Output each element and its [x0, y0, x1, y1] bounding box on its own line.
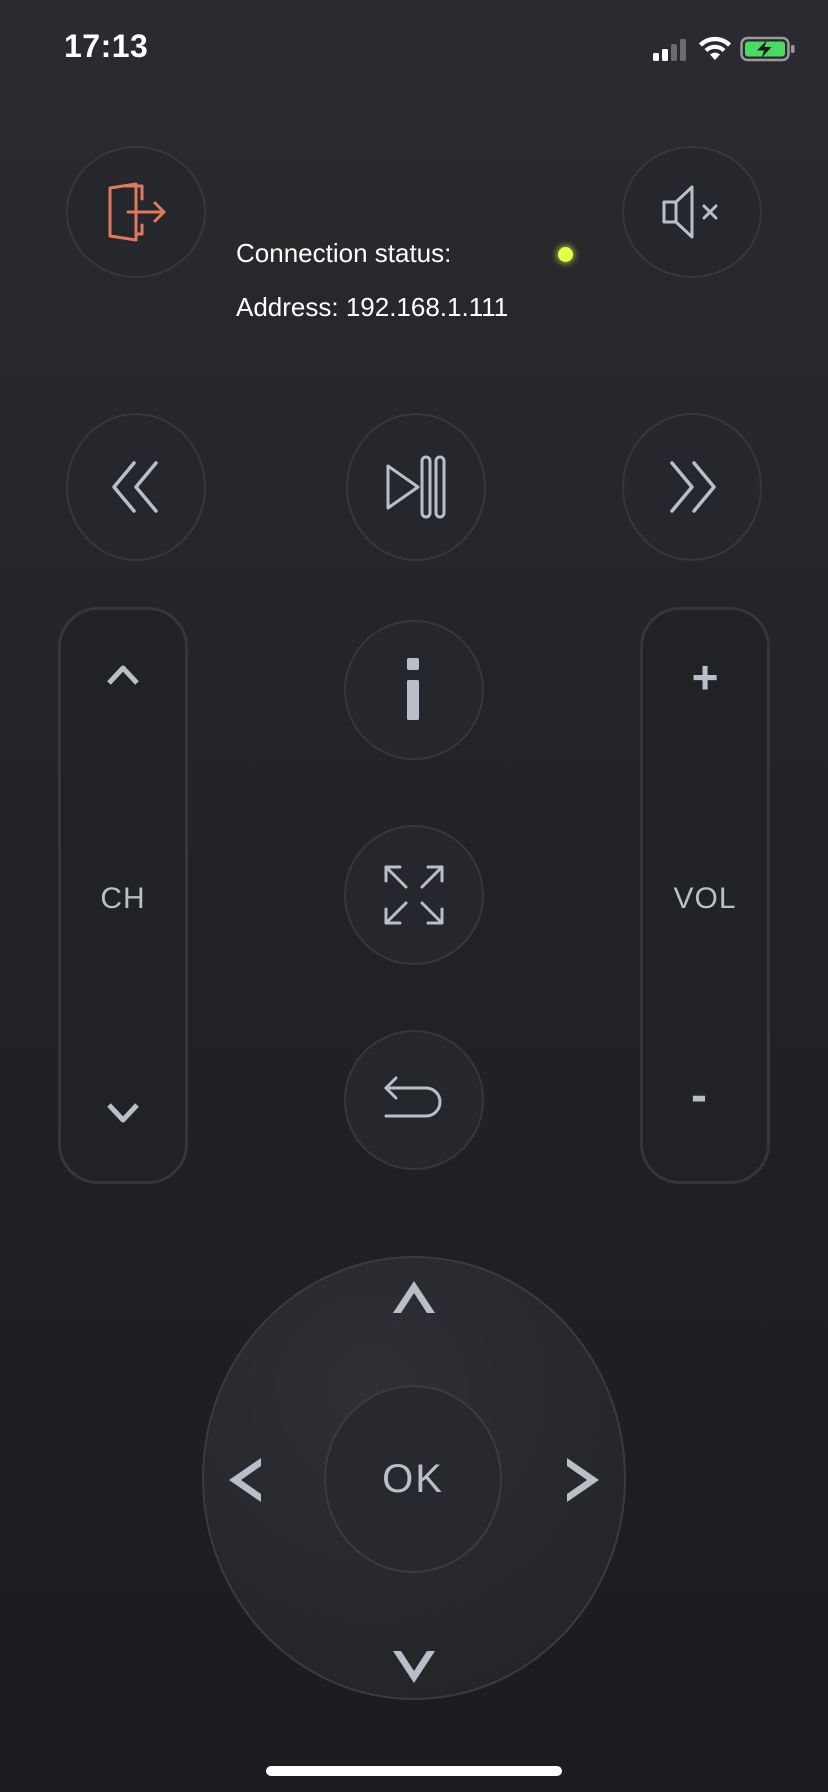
channel-up-button[interactable] — [61, 630, 185, 720]
rewind-icon — [106, 457, 166, 517]
connection-status-label: Connection status: — [236, 238, 452, 268]
arrow-left-icon — [225, 1456, 265, 1504]
minus-icon: - — [691, 1068, 707, 1122]
info-icon — [404, 658, 424, 722]
chevron-down-icon — [104, 1099, 142, 1127]
mute-button[interactable] — [622, 146, 762, 278]
volume-label: VOL — [673, 882, 737, 915]
channel-down-button[interactable] — [61, 1068, 185, 1158]
exit-door-icon — [104, 182, 168, 242]
dpad-right-button[interactable] — [548, 1440, 618, 1520]
volume-control: + VOL - — [640, 607, 770, 1184]
dpad-up-button[interactable] — [374, 1262, 454, 1332]
dpad-down-button[interactable] — [374, 1632, 454, 1702]
volume-up-button[interactable]: + — [643, 632, 767, 722]
arrow-right-icon — [563, 1456, 603, 1504]
rewind-button[interactable] — [66, 413, 206, 561]
connection-indicator — [558, 247, 573, 262]
fullscreen-button[interactable] — [344, 825, 484, 965]
fast-forward-button[interactable] — [622, 413, 762, 561]
play-pause-icon — [384, 454, 448, 520]
arrow-down-icon — [391, 1647, 437, 1687]
chevron-up-icon — [104, 661, 142, 689]
arrow-up-icon — [391, 1277, 437, 1317]
plus-icon: + — [691, 651, 719, 703]
ok-label: OK — [382, 1456, 444, 1501]
channel-label: CH — [100, 882, 146, 915]
wifi-icon — [698, 36, 732, 62]
back-button[interactable] — [344, 1030, 484, 1170]
speaker-mute-icon — [660, 184, 724, 240]
back-arrow-icon — [382, 1072, 446, 1128]
exit-button[interactable] — [66, 146, 206, 278]
volume-down-button[interactable]: - — [637, 1050, 761, 1140]
fullscreen-icon — [382, 863, 446, 927]
cellular-signal-icon — [651, 38, 691, 62]
status-time: 17:13 — [64, 28, 149, 64]
dpad-left-button[interactable] — [210, 1440, 280, 1520]
channel-control: CH — [58, 607, 188, 1184]
battery-charging-icon — [740, 36, 796, 62]
home-indicator[interactable] — [266, 1766, 562, 1776]
ok-button[interactable]: OK — [324, 1385, 502, 1573]
fast-forward-icon — [662, 457, 722, 517]
play-pause-button[interactable] — [346, 413, 486, 561]
address-label: Address: 192.168.1.111 — [236, 292, 509, 322]
info-button[interactable] — [344, 620, 484, 760]
